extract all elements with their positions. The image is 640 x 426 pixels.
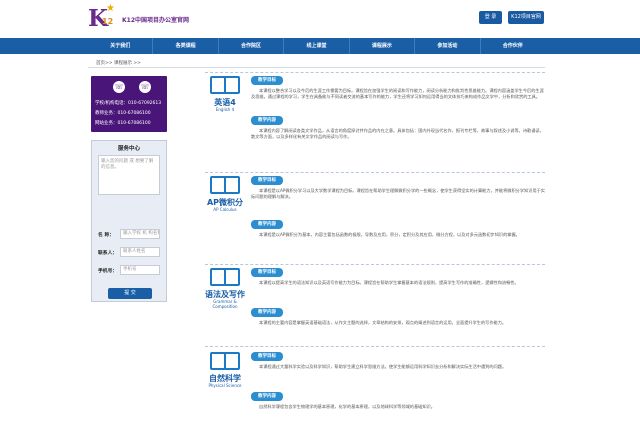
course-block-science: 自然科学 Physical Science 教学目标 本课程通过大量科学实验以及… [205,352,545,426]
phone-icon: ☏ [113,81,125,93]
course-divider [205,72,545,73]
book-shape [210,76,240,94]
nav-item-online[interactable]: 线上课堂 [284,38,350,54]
course-divider [205,346,545,347]
content-tag: 教学内容 [251,116,283,125]
logo-number: 12 [102,17,114,26]
phone-label: 手机号： [98,269,118,274]
phone-input[interactable]: 手机号 [120,265,160,275]
course-block-calculus: AP微积分 AP Calculus 教学目标 本课程是以AP微积分学习以及大学数… [205,176,545,262]
course-divider [205,264,545,265]
site-name: K12中国项目办公室官网 [122,17,189,24]
course-block-grammar: 语法及写作 Grammar & Composition 教学目标 本课程以提高学… [205,268,545,344]
course-divider [205,172,545,173]
book-icon: 英语4 English 4 [205,76,245,120]
goal-text: 本课程通过大量科学实验以及科学知识，帮助学生建立科学思维方法。使学生能够运用科学… [259,364,507,369]
nav-item-courses[interactable]: 各类课程 [153,38,219,54]
book-shape [210,176,240,194]
nav-item-events[interactable]: 参加活动 [415,38,481,54]
nav-item-about[interactable]: 关于我们 [88,38,154,54]
nav-item-partners[interactable]: 合作伙伴 [481,38,545,54]
course-subtitle: Grammar & Composition [212,299,238,309]
service-center: 服务中心 输入您的问题 或 想要了解的信息。 名 称： 输入学校 机 构名称 联… [91,140,167,302]
teacher-phone: 教师业务：010-67086100 [95,111,151,116]
goal-tag: 教学目标 [251,268,283,277]
main-nav: 关于我们 各类课程 合作院区 线上课堂 课程展示 参加活动 合作伙伴 [88,38,545,54]
star-icon: ★ [106,3,115,14]
question-textarea[interactable]: 输入您的问题 或 想要了解的信息。 [98,155,160,195]
web-phone: 网站业务：010-67086100 [95,121,151,126]
goal-text: 本课程以提高学生的语法知识以及英语写作能力为目标。课程旨在帮助学生掌握基本的语法… [259,280,519,285]
school-phone: 学校/机构电话：010-67092613 [95,101,162,106]
book-shape [210,268,240,286]
breadcrumb[interactable]: 首页>> 课程展示 >> [96,60,141,66]
submit-button[interactable]: 提 交 [108,288,152,299]
content-tag: 教学内容 [251,392,283,401]
content-text: 本课程内容了解阅读各类文学作品，从语言的角度探讨并作品的内在之意。具体包括：国内… [251,128,544,140]
course-subtitle: AP Calculus [213,207,237,212]
contact-row: 联系人： 联系人姓名 [98,247,162,258]
content-text: 自然科学课程包含学生物理学的基本原理，化学的基本原理，以及地球科学等领域的基础知… [259,404,435,409]
contact-label: 联系人： [98,251,118,256]
portal-button[interactable]: K12项目官网 [508,11,544,24]
course-subtitle: Physical Science [208,383,242,388]
name-label: 名 称： [98,233,115,238]
nav-item-showcase[interactable]: 课程展示 [350,38,416,54]
course-block-english: 英语4 English 4 教学目标 本课程以整合学习以及今后的生涯工作需要为目… [205,76,545,170]
contact-input[interactable]: 联系人姓名 [120,247,160,257]
phone-row: 手机号： 手机号 [98,265,162,276]
nav-item-campuses[interactable]: 合作院区 [219,38,285,54]
content-tag: 教学内容 [251,220,283,229]
book-icon: 语法及写作 Grammar & Composition [205,268,245,312]
header: K ★ 12 K12中国项目办公室官网 登 录 K12项目官网 [0,0,640,37]
goal-text: 本课程是以AP微积分学习以及大学数学课程为目标。课程旨在帮助学生理解微积分学的一… [251,188,545,200]
name-input[interactable]: 输入学校 机 构名称 [120,229,160,239]
goal-text: 本课程以整合学习以及今后的生涯工作需要为目标。课程旨在加强学生的阅读和写作能力，… [251,88,544,100]
contact-panel: ☏ ☏ 学校/机构电话：010-67092613 教师业务：010-670861… [91,76,167,132]
name-row: 名 称： 输入学校 机 构名称 [98,229,162,240]
phone-icon-2: ☏ [139,81,151,93]
course-subtitle: English 4 [215,107,235,112]
goal-tag: 教学目标 [251,352,283,361]
service-title: 服务中心 [117,146,140,152]
content-text: 本课程是以AP微积分为基本，内容主要包括函数的极限，导数及应用，积分，定积分及其… [259,232,520,237]
book-icon: 自然科学 Physical Science [205,352,245,396]
breadcrumb-divider [88,67,545,68]
content-tag: 教学内容 [251,308,283,317]
content-text: 本课程的主要内容是掌握英语基础语法，从作文主题的选择，文章结构的安排，观点的阐述… [259,320,507,325]
login-button[interactable]: 登 录 [479,11,502,24]
book-shape [210,352,240,370]
goal-tag: 教学目标 [251,76,283,85]
book-icon: AP微积分 AP Calculus [205,176,245,220]
goal-tag: 教学目标 [251,176,283,185]
